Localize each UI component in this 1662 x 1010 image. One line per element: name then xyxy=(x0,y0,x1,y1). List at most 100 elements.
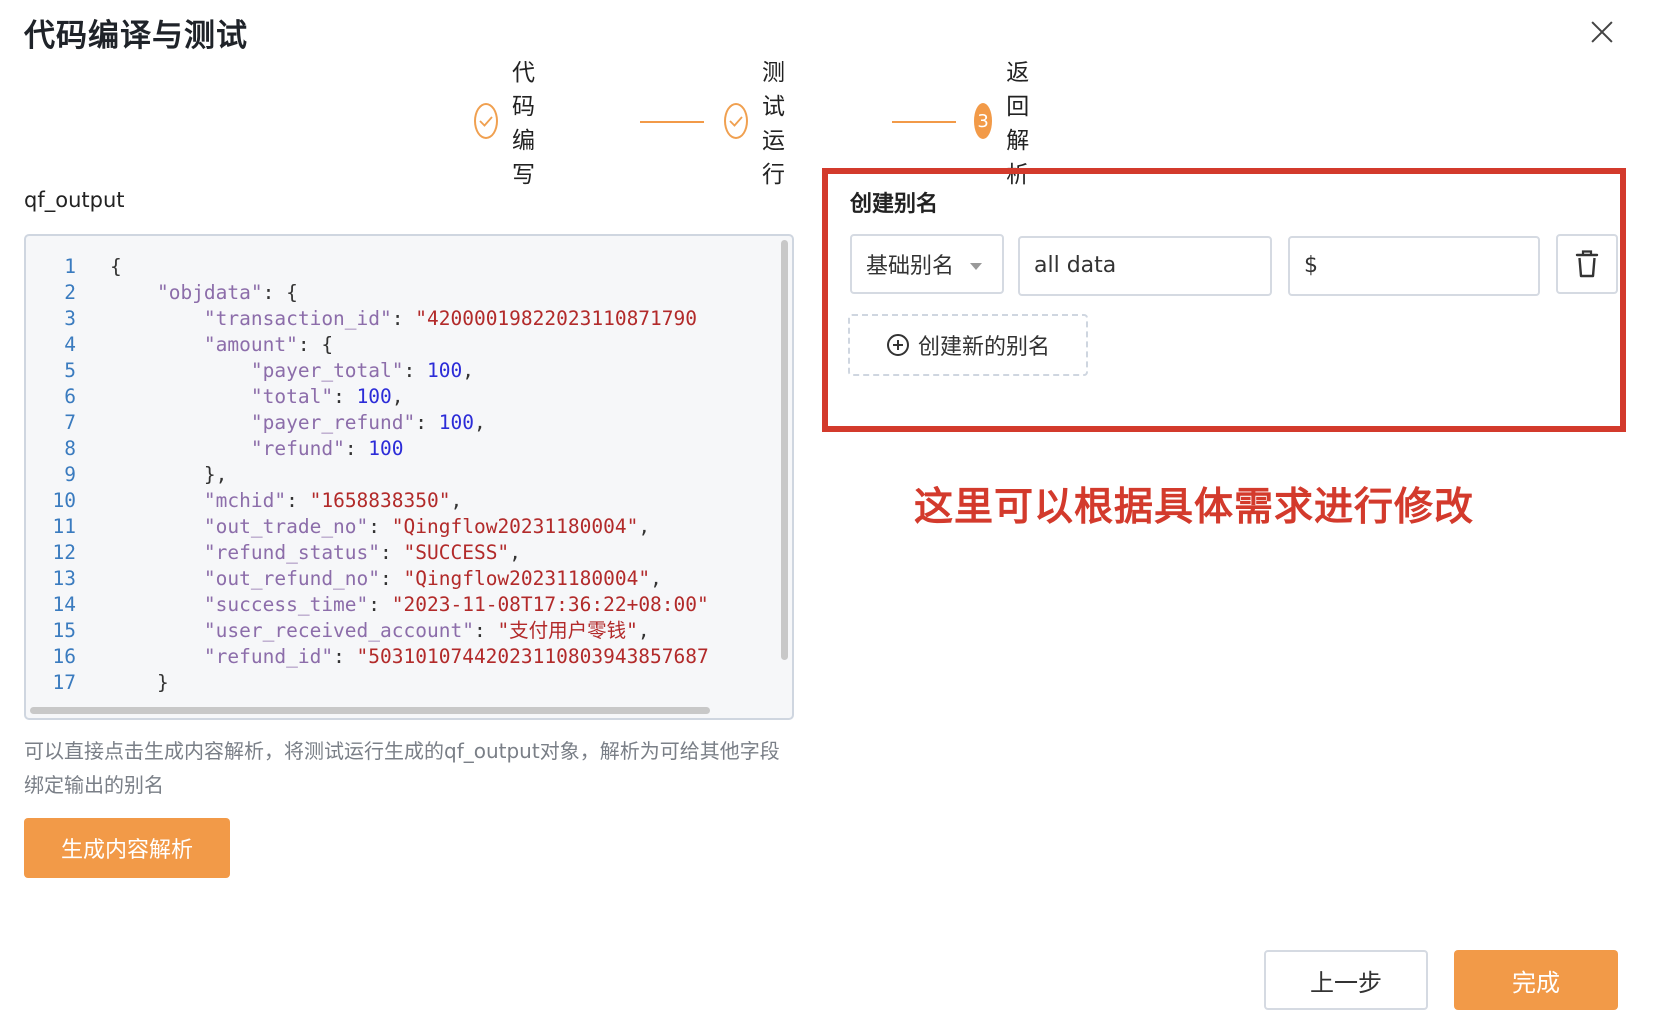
step-connector xyxy=(892,121,956,123)
plus-circle-icon xyxy=(886,334,909,356)
code-line: 11 "out_trade_no": "Qingflow20231180004"… xyxy=(26,514,709,540)
caret-down-icon xyxy=(970,263,982,270)
code-token: "42000019822023110871790 xyxy=(415,307,698,330)
code-line: 12 "refund_status": "SUCCESS", xyxy=(26,540,709,566)
vertical-scrollbar[interactable] xyxy=(781,240,788,660)
code-line: 14 "success_time": "2023-11-08T17:36:22+… xyxy=(26,592,709,618)
horizontal-scrollbar[interactable] xyxy=(30,707,710,714)
code-token: : { xyxy=(262,281,298,304)
alias-type-value: 基础别名 xyxy=(866,254,955,279)
code-token: : xyxy=(415,411,439,434)
code-token: "payer_total" xyxy=(250,359,404,382)
line-number: 14 xyxy=(52,593,76,616)
code-line: 4 "amount": { xyxy=(26,332,709,358)
step-connector xyxy=(640,121,704,123)
code-token: "refund_id" xyxy=(203,645,334,668)
code-lines: 1{2 "objdata": {3 "transaction_id": "420… xyxy=(26,254,709,696)
code-token: "refund" xyxy=(250,437,345,460)
line-number: 12 xyxy=(52,541,76,564)
alias-name-input[interactable]: all data xyxy=(1018,236,1272,296)
close-icon[interactable] xyxy=(1588,18,1616,46)
code-token: , xyxy=(638,515,651,538)
check-icon xyxy=(474,103,498,139)
code-token: "SUCCESS" xyxy=(403,541,510,564)
code-token: "Qingflow20231180004" xyxy=(391,515,639,538)
code-token: , xyxy=(637,619,650,642)
code-token: : xyxy=(368,593,392,616)
hint-text: 可以直接点击生成内容解析，将测试运行生成的qf_output对象，解析为可给其他… xyxy=(24,739,780,797)
step-label: 测试运行 xyxy=(762,60,785,188)
code-line: 17 } xyxy=(26,670,709,696)
code-line: 9 }, xyxy=(26,462,709,488)
code-token: : xyxy=(403,359,427,382)
line-number: 6 xyxy=(64,385,76,408)
add-alias-button[interactable]: 创建新的别名 xyxy=(848,314,1088,376)
code-token: "transaction_id" xyxy=(203,307,392,330)
code-token: : xyxy=(380,567,404,590)
code-line: 2 "objdata": { xyxy=(26,280,709,306)
code-token: 100 xyxy=(427,359,463,382)
line-number: 16 xyxy=(52,645,76,668)
code-token: : xyxy=(333,385,357,408)
alias-highlight-box xyxy=(822,168,1626,432)
code-viewer[interactable]: 1{2 "objdata": {3 "transaction_id": "420… xyxy=(24,234,794,720)
code-token: , xyxy=(650,567,662,590)
code-token: , xyxy=(509,541,521,564)
code-token: : xyxy=(333,645,357,668)
code-line: 8 "refund": 100 xyxy=(26,436,709,462)
code-line: 13 "out_refund_no": "Qingflow20231180004… xyxy=(26,566,709,592)
code-line: 15 "user_received_account": "支付用户零钱", xyxy=(26,618,709,644)
step-number: 3 xyxy=(974,103,993,139)
line-number: 4 xyxy=(64,333,76,356)
code-token: "payer_refund" xyxy=(250,411,416,434)
code-line: 7 "payer_refund": 100, xyxy=(26,410,709,436)
step-code-writing: 代码编写 xyxy=(474,60,547,188)
code-line: 5 "payer_total": 100, xyxy=(26,358,709,384)
previous-step-button[interactable]: 上一步 xyxy=(1264,950,1428,1010)
line-number: 11 xyxy=(52,515,76,538)
code-token: "user_received_account" xyxy=(203,619,474,642)
delete-alias-button[interactable] xyxy=(1556,234,1618,294)
code-token: , xyxy=(473,411,486,434)
code-token: "total" xyxy=(250,385,334,408)
code-token: , xyxy=(450,489,463,512)
line-number: 7 xyxy=(64,411,76,434)
code-line: 1{ xyxy=(26,254,709,280)
line-number: 9 xyxy=(64,463,76,486)
code-token: : xyxy=(391,307,416,330)
step-label: 代码编写 xyxy=(512,60,535,188)
code-token: , xyxy=(462,359,474,382)
generate-parse-button[interactable]: 生成内容解析 xyxy=(24,818,230,878)
step-test-run: 测试运行 xyxy=(724,60,797,188)
alias-type-select[interactable]: 基础别名 xyxy=(850,234,1004,294)
alias-path-input[interactable]: $ xyxy=(1288,236,1540,296)
line-number: 15 xyxy=(52,619,76,642)
code-token: "50310107442023110803943857687 xyxy=(356,645,709,668)
code-token: "objdata" xyxy=(156,281,263,304)
line-number: 2 xyxy=(64,281,76,304)
code-token: : { xyxy=(297,333,334,356)
line-number: 13 xyxy=(52,567,76,590)
code-token: 100 xyxy=(368,437,404,460)
output-label: qf_output xyxy=(24,188,125,212)
code-token: : xyxy=(368,515,392,538)
code-line: 10 "mchid": "1658838350", xyxy=(26,488,709,514)
line-number: 5 xyxy=(64,359,76,382)
code-line: 6 "total": 100, xyxy=(26,384,709,410)
code-token: "amount" xyxy=(203,333,298,356)
line-number: 3 xyxy=(64,307,76,330)
code-token: : xyxy=(473,619,498,642)
line-number: 1 xyxy=(64,255,76,278)
code-token: : xyxy=(380,541,404,564)
check-icon xyxy=(724,103,748,139)
code-token: : xyxy=(344,437,369,460)
code-token: 100 xyxy=(356,385,392,408)
step-return-parse: 3 返回解析 xyxy=(974,60,1047,188)
code-token: "success_time" xyxy=(203,593,369,616)
code-token: "2023-11-08T17:36:22+08:00" xyxy=(391,593,709,616)
code-token: "Qingflow20231180004" xyxy=(403,567,651,590)
code-line: 16 "refund_id": "50310107442023110803943… xyxy=(26,644,709,670)
done-button[interactable]: 完成 xyxy=(1454,950,1618,1010)
trash-icon xyxy=(1575,250,1599,278)
dialog-title: 代码编译与测试 xyxy=(24,18,248,54)
